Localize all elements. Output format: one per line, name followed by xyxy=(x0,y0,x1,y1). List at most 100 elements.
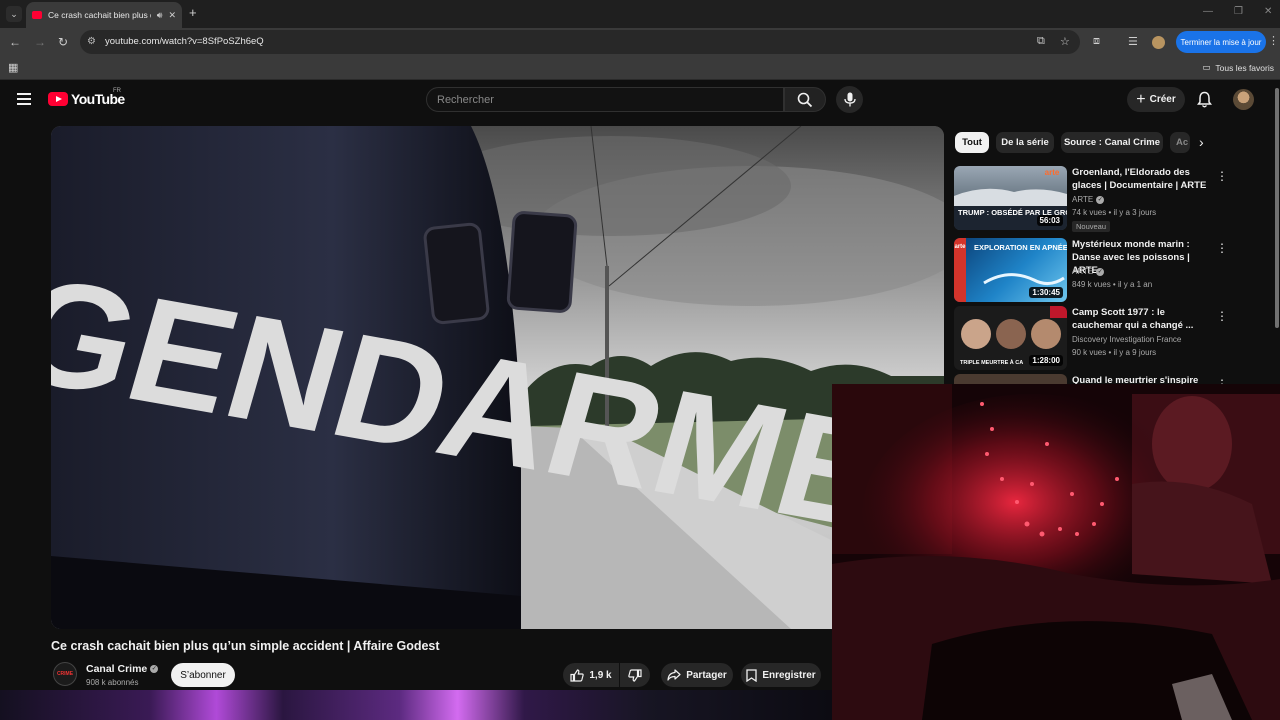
save-label: Enregistrer xyxy=(762,669,816,681)
forward-button[interactable]: → xyxy=(34,35,46,49)
site-info-icon[interactable]: ⚙ xyxy=(87,36,96,47)
update-button[interactable]: Terminer la mise à jour xyxy=(1176,31,1266,53)
search-icon xyxy=(797,92,813,107)
browser-menu-icon[interactable]: ⋮ xyxy=(1268,34,1279,47)
reading-list-icon[interactable]: ☰ xyxy=(1128,35,1138,48)
view-count: 74 k vues xyxy=(1072,208,1107,217)
thumbs-up-icon xyxy=(570,668,585,682)
youtube-play-logo-icon xyxy=(48,92,68,106)
account-avatar[interactable] xyxy=(1233,89,1254,110)
video-duration: 1:28:00 xyxy=(1029,355,1063,366)
channel-label: ARTE xyxy=(1072,267,1094,276)
recommendation-title[interactable]: Groenland, l'Eldorado des glaces | Docum… xyxy=(1072,166,1210,192)
search-field[interactable] xyxy=(426,87,784,112)
voice-search-button[interactable] xyxy=(836,86,863,113)
more-options-icon[interactable]: ⋮ xyxy=(1216,241,1228,255)
share-button[interactable]: Partager xyxy=(661,663,733,687)
create-label: Créer xyxy=(1149,94,1176,105)
save-button[interactable]: Enregistrer xyxy=(741,663,821,687)
video-thumbnail[interactable]: arte EXPLORATION EN APNÉE 1:30:45 xyxy=(954,238,1067,302)
thumbnail-text: TRIPLE MEURTRE À CA xyxy=(960,359,1023,366)
video-duration: 56:03 xyxy=(1036,215,1063,226)
ambient-glow xyxy=(0,690,832,720)
new-tab-button[interactable]: + xyxy=(189,6,197,20)
chip-all[interactable]: Tout xyxy=(955,132,989,153)
window-close-icon[interactable]: ✕ xyxy=(1264,6,1272,17)
like-button[interactable]: 1,9 k xyxy=(563,663,619,687)
youtube-logo[interactable]: YouTube FR xyxy=(48,88,125,107)
upload-age: il y a 3 jours xyxy=(1113,208,1157,217)
microphone-icon xyxy=(843,92,856,107)
subscribe-button[interactable]: S’abonner xyxy=(171,663,235,687)
youtube-header: YouTube FR + Créer xyxy=(0,80,1280,120)
chip-source[interactable]: Source : Canal Crime xyxy=(1061,132,1163,153)
address-bar[interactable]: ⚙ youtube.com/watch?v=8SfPoSZh6eQ ⧉ ☆ xyxy=(80,30,1080,54)
url-text: youtube.com/watch?v=8SfPoSZh6eQ xyxy=(105,36,264,47)
search-input[interactable] xyxy=(427,88,783,111)
recommendation-title[interactable]: Camp Scott 1977 : le cauchemar qui a cha… xyxy=(1072,306,1210,332)
chevron-right-icon[interactable]: › xyxy=(1199,134,1204,150)
upload-age: il y a 1 an xyxy=(1117,280,1153,289)
back-button[interactable]: ← xyxy=(9,35,21,49)
page-scrollbar[interactable] xyxy=(1275,88,1279,328)
channel-avatar[interactable]: CRIME xyxy=(53,662,77,686)
channel-name-link[interactable]: Canal Crime ✓ xyxy=(86,663,159,675)
thumbs-down-icon xyxy=(628,668,642,682)
recommendation-meta: 90 k vues • il y a 9 jours xyxy=(1072,348,1157,357)
thumbnail-text: EXPLORATION EN APNÉE xyxy=(974,243,1067,252)
chip-partial[interactable]: Ac xyxy=(1170,132,1190,153)
browser-tabstrip: ⌄ Ce crash cachait bien plus q 🔊︎ ✕ + — … xyxy=(0,0,1280,28)
more-options-icon[interactable]: ⋮ xyxy=(1216,309,1228,323)
dislike-button[interactable] xyxy=(620,663,650,687)
recommendation-channel[interactable]: ARTE ✓ xyxy=(1072,195,1105,204)
search-button[interactable] xyxy=(784,87,826,112)
video-thumbnail[interactable]: TRIPLE MEURTRE À CA 1:28:00 xyxy=(954,306,1067,370)
recommendation-item[interactable]: arte TRUMP : OBSÉDÉ PAR LE GROENL 56:03 … xyxy=(954,166,1274,232)
folder-icon: ▭ xyxy=(1202,62,1211,72)
verified-check-icon: ✓ xyxy=(150,665,159,673)
recommendation-item[interactable]: arte EXPLORATION EN APNÉE 1:30:45 Mystér… xyxy=(954,238,1274,304)
more-options-icon[interactable]: ⋮ xyxy=(1216,169,1228,183)
webcam-feed-image xyxy=(832,384,1280,720)
recommendation-channel[interactable]: ARTE ✓ xyxy=(1072,267,1105,276)
all-bookmarks-label: Tous les favoris xyxy=(1215,62,1274,73)
arte-logo: arte xyxy=(954,244,966,250)
create-button[interactable]: + Créer xyxy=(1127,87,1185,112)
tab-close-icon[interactable]: ✕ xyxy=(168,10,176,21)
channel-label: Discovery Investigation France xyxy=(1072,335,1182,344)
upload-age: il y a 9 jours xyxy=(1113,348,1157,357)
video-frame: GENDARMERIE xyxy=(51,126,944,629)
bookmarks-bar: ▦ ▭ Tous les favoris xyxy=(0,56,1280,80)
extensions-icon[interactable]: ⧈ xyxy=(1093,35,1100,48)
channel-label: ARTE xyxy=(1072,195,1094,204)
all-bookmarks-button[interactable]: ▭ Tous les favoris xyxy=(1202,62,1274,73)
arte-logo: arte xyxy=(1045,168,1060,177)
like-count: 1,9 k xyxy=(589,669,612,681)
apps-grid-icon[interactable]: ▦ xyxy=(8,61,18,74)
recommendation-meta: 849 k vues • il y a 1 an xyxy=(1072,280,1153,289)
chip-series[interactable]: De la série xyxy=(996,132,1054,153)
install-app-icon[interactable]: ⧉ xyxy=(1037,35,1045,48)
recommendation-meta: 74 k vues • il y a 3 jours xyxy=(1072,208,1157,217)
profile-avatar[interactable] xyxy=(1152,36,1165,49)
recommendation-item[interactable]: TRIPLE MEURTRE À CA 1:28:00 Camp Scott 1… xyxy=(954,306,1274,372)
notifications-bell-icon[interactable] xyxy=(1197,91,1212,108)
browser-tab[interactable]: Ce crash cachait bien plus q 🔊︎ ✕ xyxy=(26,2,182,28)
reload-button[interactable]: ↻ xyxy=(58,35,68,49)
browser-toolbar: ← → ↻ ⚙ youtube.com/watch?v=8SfPoSZh6eQ … xyxy=(0,28,1280,56)
recommendation-channel[interactable]: Discovery Investigation France xyxy=(1072,335,1181,344)
bookmark-icon xyxy=(746,668,757,682)
maximize-icon[interactable]: ❐ xyxy=(1234,6,1243,17)
menu-icon[interactable] xyxy=(17,93,31,105)
video-thumbnail[interactable]: arte TRUMP : OBSÉDÉ PAR LE GROENL 56:03 xyxy=(954,166,1067,230)
minimize-icon[interactable]: — xyxy=(1203,6,1213,17)
tab-title: Ce crash cachait bien plus q xyxy=(48,10,151,20)
webcam-overlay xyxy=(832,384,1280,720)
video-player[interactable]: GENDARMERIE xyxy=(51,126,944,629)
speaker-icon[interactable]: 🔊︎ xyxy=(157,10,163,21)
subscriber-count: 908 k abonnés xyxy=(86,678,139,687)
bookmark-star-icon[interactable]: ☆ xyxy=(1060,35,1070,48)
tab-search-icon[interactable]: ⌄ xyxy=(6,6,22,22)
verified-check-icon: ✓ xyxy=(1096,267,1105,276)
view-count: 849 k vues xyxy=(1072,280,1111,289)
